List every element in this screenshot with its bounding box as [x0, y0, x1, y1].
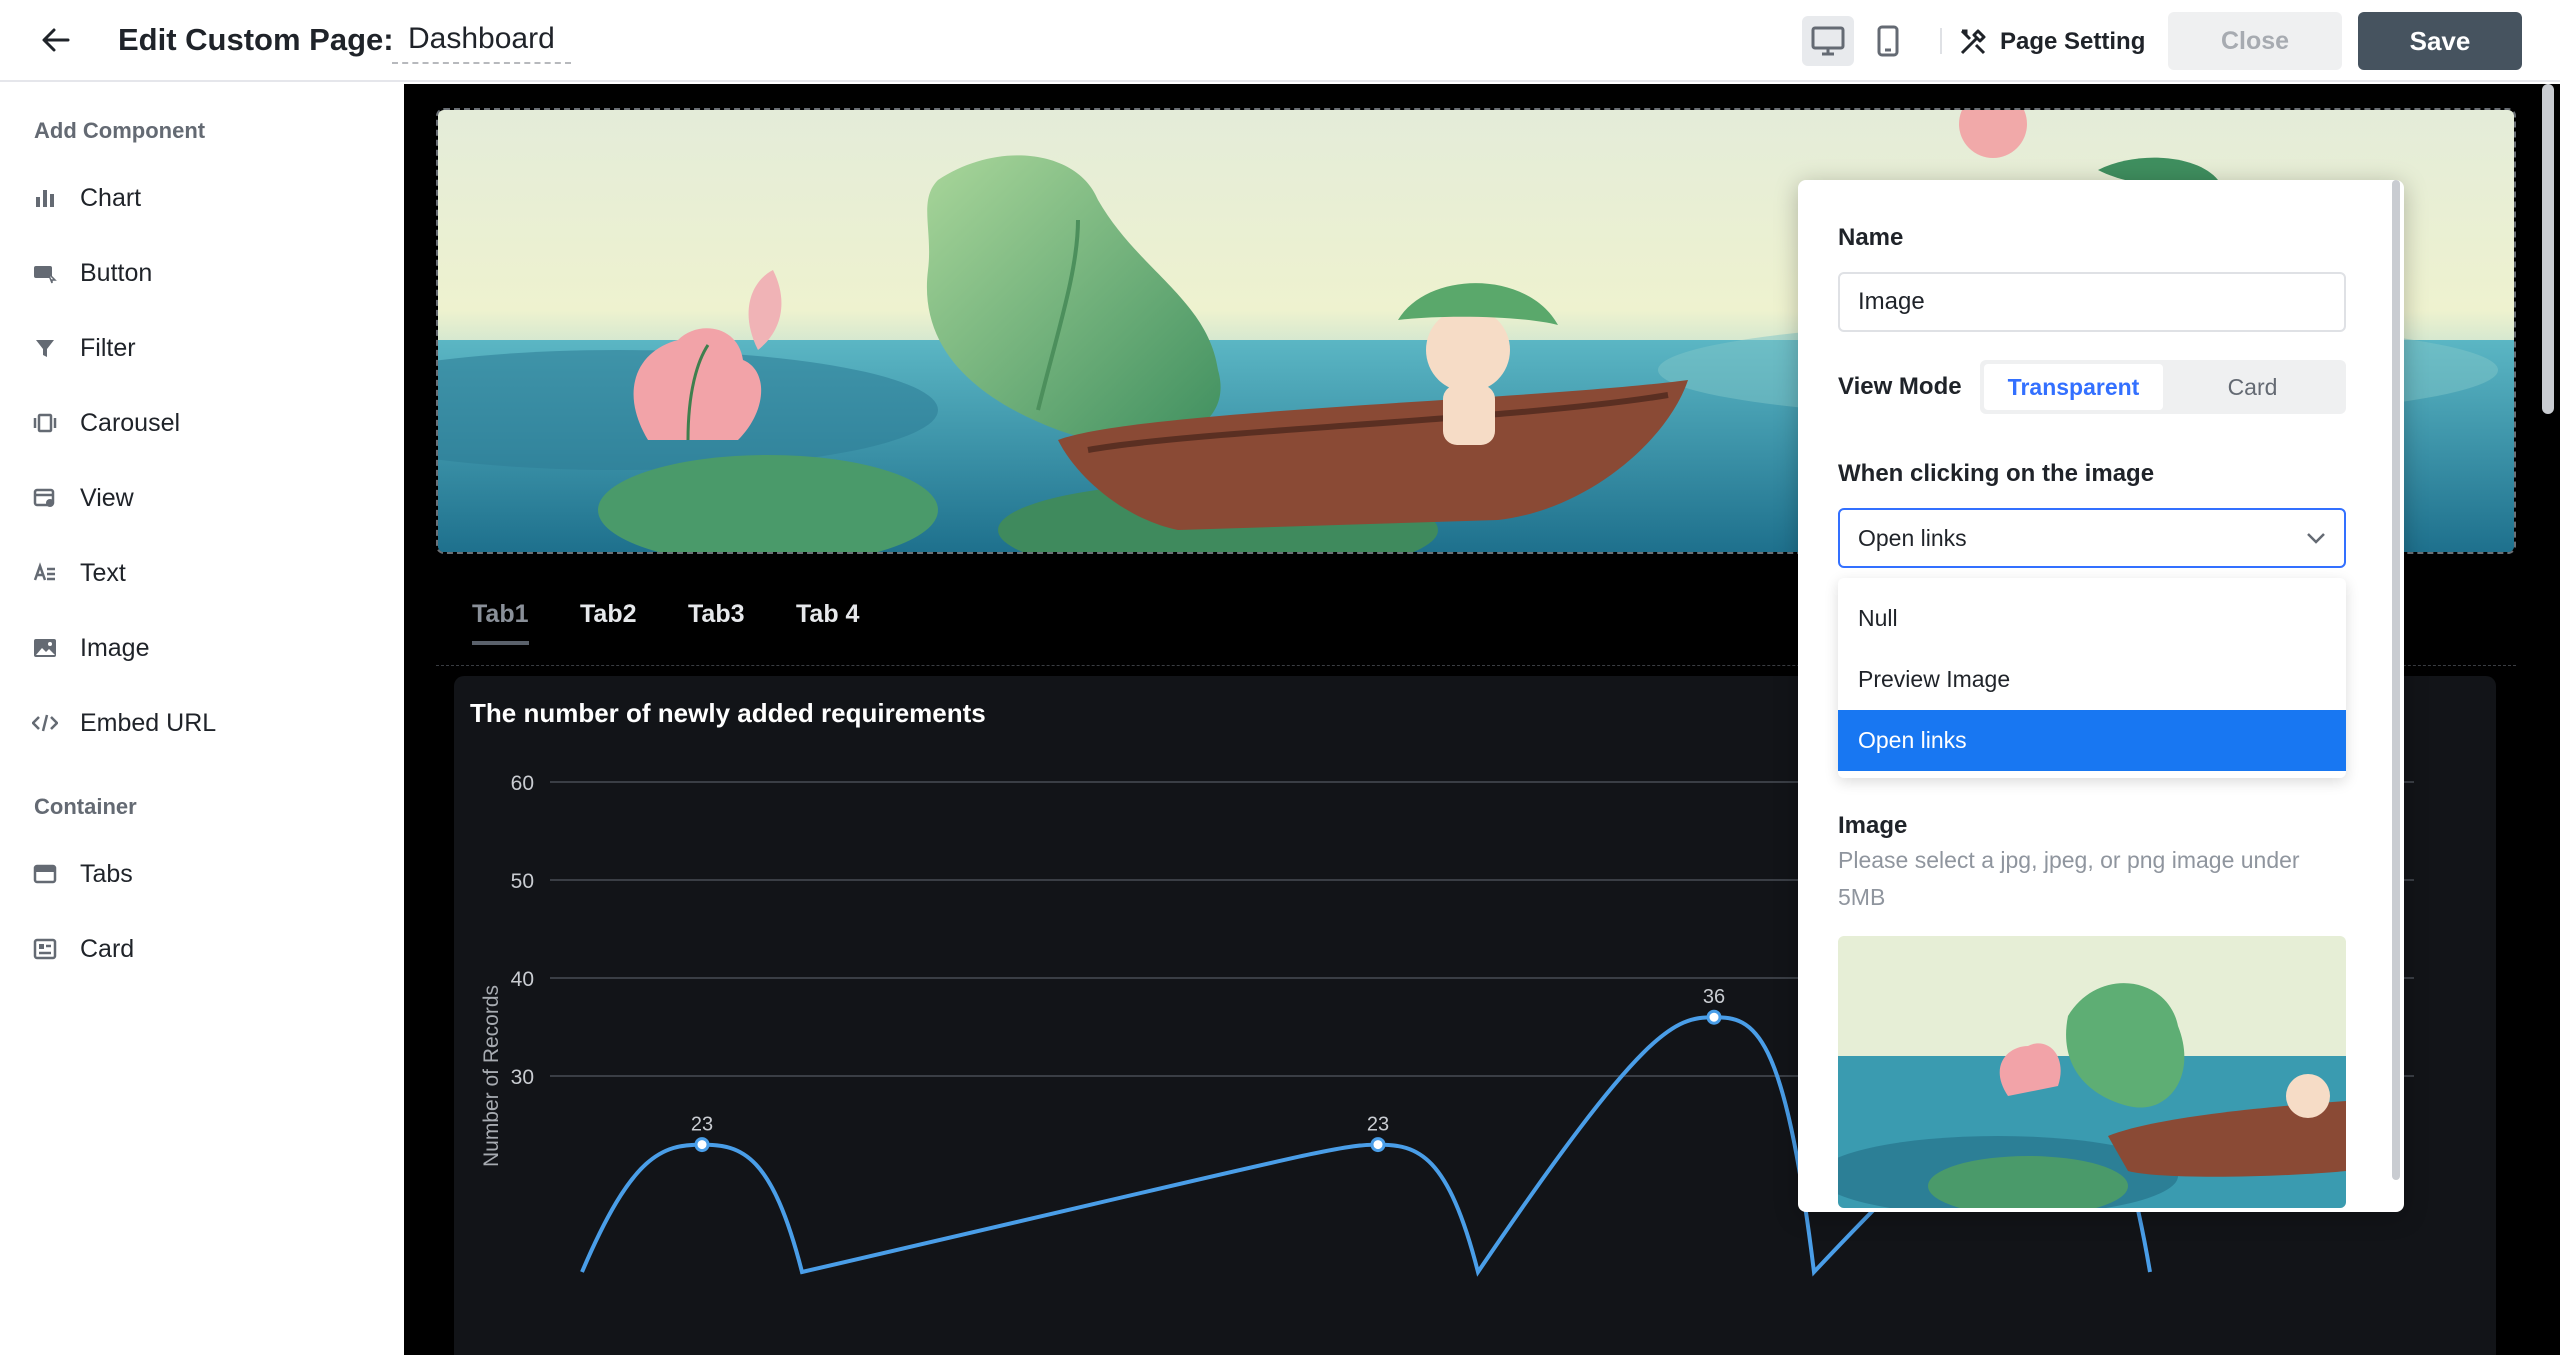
save-button[interactable]: Save: [2358, 12, 2522, 70]
click-action-value: Open links: [1858, 524, 1967, 551]
container-tabs[interactable]: Tabs: [32, 852, 372, 896]
component-chart[interactable]: Chart: [32, 176, 372, 220]
tools-icon: [1960, 29, 1986, 55]
component-label: Button: [80, 258, 153, 287]
image-settings-panel: Name View Mode Transparent Card When cli…: [1798, 180, 2404, 1212]
data-point: [1706, 1009, 1722, 1025]
view-icon: [32, 485, 58, 511]
container-card[interactable]: Card: [32, 927, 372, 971]
data-point: [1370, 1137, 1386, 1153]
view-mode-label: View Mode: [1838, 373, 1962, 400]
tab-4[interactable]: Tab 4: [796, 600, 859, 641]
container-title: Container: [34, 794, 137, 819]
container-label: Tabs: [80, 859, 133, 888]
view-mode-transparent[interactable]: Transparent: [1984, 364, 2163, 410]
y-tick-label: 60: [511, 772, 534, 795]
tab-3[interactable]: Tab3: [688, 600, 745, 641]
name-label: Name: [1838, 224, 1904, 251]
component-label: Image: [80, 633, 150, 662]
page-title-label: Edit Custom Page:: [118, 22, 394, 57]
component-label: Carousel: [80, 408, 181, 437]
top-header: Edit Custom Page: Dashboard Page Setting…: [0, 0, 2560, 82]
y-tick-label: 30: [511, 1066, 534, 1089]
filter-icon: [32, 335, 58, 361]
bar-chart-icon: [32, 185, 58, 211]
image-icon: [32, 635, 58, 661]
mobile-view-button[interactable]: [1862, 16, 1914, 66]
component-label: Chart: [80, 183, 142, 212]
y-axis-label: Number of Records: [480, 985, 503, 1167]
tab-1[interactable]: Tab1: [472, 600, 529, 645]
image-label: Image: [1838, 812, 1908, 839]
data-label: 36: [1703, 986, 1725, 1008]
component-text[interactable]: Text: [32, 551, 372, 595]
add-component-title: Add Component: [34, 118, 206, 143]
data-point: [694, 1137, 710, 1153]
tab-2[interactable]: Tab2: [580, 600, 637, 641]
component-image[interactable]: Image: [32, 626, 372, 670]
panel-scrollbar[interactable]: [2392, 180, 2400, 1180]
view-mode-card[interactable]: Card: [2163, 364, 2342, 410]
y-tick-label: 40: [511, 968, 534, 991]
component-button[interactable]: Button: [32, 251, 372, 295]
arrow-left-icon: [42, 28, 70, 52]
monitor-icon: [1811, 26, 1845, 56]
component-label: Text: [80, 558, 126, 587]
data-label: 23: [1367, 1114, 1389, 1136]
carousel-icon: [32, 410, 58, 436]
chevron-down-icon: [2307, 533, 2325, 544]
page-setting-label: Page Setting: [2000, 28, 2146, 55]
text-icon: [32, 560, 58, 586]
option-null[interactable]: Null: [1838, 588, 2346, 649]
page-setting-button[interactable]: Page Setting: [1958, 22, 2145, 62]
click-action-label: When clicking on the image: [1838, 460, 2155, 487]
header-divider: [1940, 28, 1942, 54]
back-button[interactable]: [36, 20, 76, 60]
code-icon: [32, 710, 58, 736]
tabs-icon: [32, 861, 58, 887]
component-filter[interactable]: Filter: [32, 326, 372, 370]
option-open-links[interactable]: Open links: [1838, 710, 2346, 771]
component-label: Embed URL: [80, 708, 217, 737]
button-icon: [32, 260, 58, 286]
option-preview-image[interactable]: Preview Image: [1838, 649, 2346, 710]
y-tick-label: 50: [511, 870, 534, 893]
component-view[interactable]: View: [32, 476, 372, 520]
click-action-select[interactable]: Open links: [1838, 508, 2346, 568]
container-label: Card: [80, 934, 135, 963]
page-name-field[interactable]: Dashboard: [392, 20, 571, 64]
component-carousel[interactable]: Carousel: [32, 401, 372, 445]
desktop-view-button[interactable]: [1802, 16, 1854, 66]
component-label: Filter: [80, 333, 136, 362]
click-action-dropdown: Null Preview Image Open links: [1838, 578, 2346, 778]
image-thumbnail[interactable]: [1838, 936, 2346, 1208]
data-label: 23: [691, 1114, 713, 1136]
canvas-scrollbar[interactable]: [2542, 84, 2554, 414]
phone-icon: [1877, 25, 1899, 57]
name-input[interactable]: [1838, 272, 2346, 332]
image-hint: Please select a jpg, jpeg, or png image …: [1838, 847, 2300, 910]
component-sidebar: Add Component Chart Button Filter Carous…: [0, 84, 404, 1355]
view-mode-toggle: Transparent Card: [1980, 360, 2346, 414]
close-button[interactable]: Close: [2168, 12, 2342, 70]
component-embed-url[interactable]: Embed URL: [32, 701, 372, 745]
card-icon: [32, 936, 58, 962]
lotus-lake-thumbnail: [1838, 936, 2346, 1208]
component-label: View: [80, 483, 134, 512]
